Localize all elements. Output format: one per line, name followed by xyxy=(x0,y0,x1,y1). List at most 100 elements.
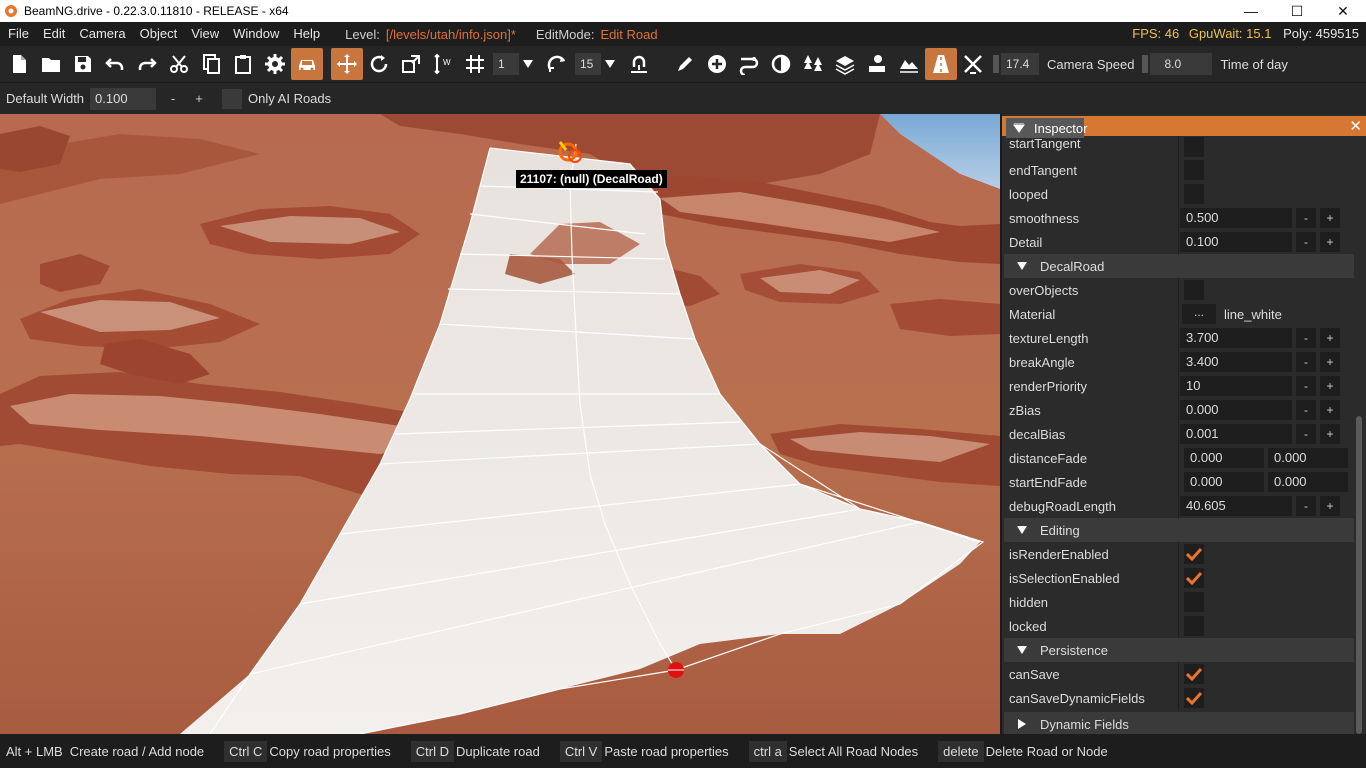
render-priority-increment[interactable]: + xyxy=(1320,376,1340,396)
menu-camera[interactable]: Camera xyxy=(72,22,132,46)
time-of-day-field[interactable]: 8.0 xyxy=(1150,53,1213,75)
distance-fade-end-input[interactable]: 0.000 xyxy=(1268,448,1348,468)
looped-checkbox[interactable] xyxy=(1184,184,1204,204)
terrain-paint-button[interactable] xyxy=(765,48,797,80)
menu-window[interactable]: Window xyxy=(226,22,286,46)
maximize-button[interactable]: ☐ xyxy=(1274,0,1320,22)
rotate-dropdown-arrow[interactable] xyxy=(603,53,617,75)
detail-increment[interactable]: + xyxy=(1320,232,1340,252)
debug-road-length-decrement[interactable]: - xyxy=(1296,496,1316,516)
section-decalroad[interactable]: DecalRoad xyxy=(1004,254,1354,278)
smoothness-increment[interactable]: + xyxy=(1320,208,1340,228)
detail-input[interactable]: 0.100 xyxy=(1180,232,1292,252)
decal-bias-increment[interactable]: + xyxy=(1320,424,1340,444)
time-of-day-handle[interactable] xyxy=(1142,55,1149,73)
paste-button[interactable] xyxy=(227,48,259,80)
camera-speed-handle[interactable] xyxy=(993,55,999,73)
snap-dropdown-arrow[interactable] xyxy=(521,53,535,75)
collapse-arrow-icon[interactable] xyxy=(1013,123,1025,133)
distance-fade-start-input[interactable]: 0.000 xyxy=(1184,448,1264,468)
minimize-button[interactable]: — xyxy=(1228,0,1274,22)
field-label: breakAngle xyxy=(1009,354,1075,370)
rotation-snap-button[interactable] xyxy=(541,48,573,80)
road-edit-button[interactable] xyxy=(733,48,765,80)
render-priority-input[interactable]: 10 xyxy=(1180,376,1292,396)
redo-button[interactable] xyxy=(131,48,163,80)
hidden-checkbox[interactable] xyxy=(1184,592,1204,612)
can-save-dynamic-fields-checkbox[interactable] xyxy=(1184,688,1204,708)
inspector-close-button[interactable]: ✕ xyxy=(1349,117,1362,135)
rotate-value-field[interactable]: 15 xyxy=(575,53,601,75)
decal-bias-decrement[interactable]: - xyxy=(1296,424,1316,444)
section-dynamic-fields[interactable]: Dynamic Fields xyxy=(1004,712,1354,734)
default-width-input[interactable]: 0.100 xyxy=(90,87,157,110)
break-angle-input[interactable]: 3.400 xyxy=(1180,352,1292,372)
objects-button[interactable] xyxy=(861,48,893,80)
start-tangent-checkbox[interactable] xyxy=(1184,137,1204,157)
break-angle-decrement[interactable]: - xyxy=(1296,352,1316,372)
is-render-enabled-checkbox[interactable] xyxy=(1184,544,1204,564)
menu-help[interactable]: Help xyxy=(286,22,327,46)
settings-button[interactable] xyxy=(259,48,291,80)
copy-button[interactable] xyxy=(195,48,227,80)
debug-road-length-input[interactable]: 40.605 xyxy=(1180,496,1292,516)
vehicle-button[interactable] xyxy=(291,48,323,80)
texture-length-increment[interactable]: + xyxy=(1320,328,1340,348)
road-button[interactable] xyxy=(925,48,957,80)
inspector-scrollbar[interactable] xyxy=(1356,416,1362,734)
section-persistence[interactable]: Persistence xyxy=(1004,638,1354,662)
scale-gizmo-button[interactable] xyxy=(395,48,427,80)
cut-button[interactable] xyxy=(163,48,195,80)
detail-decrement[interactable]: - xyxy=(1296,232,1316,252)
break-angle-increment[interactable]: + xyxy=(1320,352,1340,372)
over-objects-checkbox[interactable] xyxy=(1184,280,1204,300)
z-bias-input[interactable]: 0.000 xyxy=(1180,400,1292,420)
snap-button[interactable]: W xyxy=(427,48,459,80)
camera-speed-field[interactable]: 17.4 xyxy=(1001,53,1039,75)
locked-checkbox[interactable] xyxy=(1184,616,1204,636)
material-button[interactable] xyxy=(829,48,861,80)
save-button[interactable] xyxy=(67,48,99,80)
menu-edit[interactable]: Edit xyxy=(36,22,72,46)
mesh-road-button[interactable] xyxy=(957,48,989,80)
only-ai-roads-checkbox[interactable] xyxy=(222,88,243,109)
grid-button[interactable] xyxy=(459,48,491,80)
3d-viewport[interactable]: 21107: (null) (DecalRoad) xyxy=(0,114,1000,734)
scene-render[interactable] xyxy=(0,114,1000,734)
smoothness-decrement[interactable]: - xyxy=(1296,208,1316,228)
texture-length-input[interactable]: 3.700 xyxy=(1180,328,1292,348)
default-width-decrement[interactable]: - xyxy=(160,91,186,106)
end-tangent-checkbox[interactable] xyxy=(1184,160,1204,180)
add-circle-button[interactable] xyxy=(701,48,733,80)
texture-length-decrement[interactable]: - xyxy=(1296,328,1316,348)
start-end-fade-end-input[interactable]: 0.000 xyxy=(1268,472,1348,492)
rotate-gizmo-button[interactable] xyxy=(363,48,395,80)
pencil-button[interactable] xyxy=(669,48,701,80)
start-end-fade-start-input[interactable]: 0.000 xyxy=(1184,472,1264,492)
open-folder-button[interactable] xyxy=(35,48,67,80)
is-selection-enabled-checkbox[interactable] xyxy=(1184,568,1204,588)
inspector-tab[interactable]: Inspector xyxy=(1006,118,1087,138)
forest-button[interactable] xyxy=(797,48,829,80)
z-bias-decrement[interactable]: - xyxy=(1296,400,1316,420)
drop-to-ground-button[interactable] xyxy=(623,48,655,80)
close-button[interactable]: ✕ xyxy=(1320,0,1366,22)
default-width-increment[interactable]: + xyxy=(186,91,212,106)
move-gizmo-button[interactable] xyxy=(331,48,363,80)
decal-bias-input[interactable]: 0.001 xyxy=(1180,424,1292,444)
section-editing[interactable]: Editing xyxy=(1004,518,1354,542)
undo-button[interactable] xyxy=(99,48,131,80)
menu-file[interactable]: File xyxy=(0,22,36,46)
menu-view[interactable]: View xyxy=(184,22,226,46)
menu-object[interactable]: Object xyxy=(133,22,185,46)
terrain-button[interactable] xyxy=(893,48,925,80)
render-priority-decrement[interactable]: - xyxy=(1296,376,1316,396)
can-save-checkbox[interactable] xyxy=(1184,664,1204,684)
debug-road-length-increment[interactable]: + xyxy=(1320,496,1340,516)
material-browse-button[interactable]: ... xyxy=(1182,304,1216,324)
new-file-button[interactable] xyxy=(3,48,35,80)
section-title: Editing xyxy=(1040,522,1080,538)
smoothness-input[interactable]: 0.500 xyxy=(1180,208,1292,228)
z-bias-increment[interactable]: + xyxy=(1320,400,1340,420)
snap-value-field[interactable]: 1 xyxy=(493,53,519,75)
